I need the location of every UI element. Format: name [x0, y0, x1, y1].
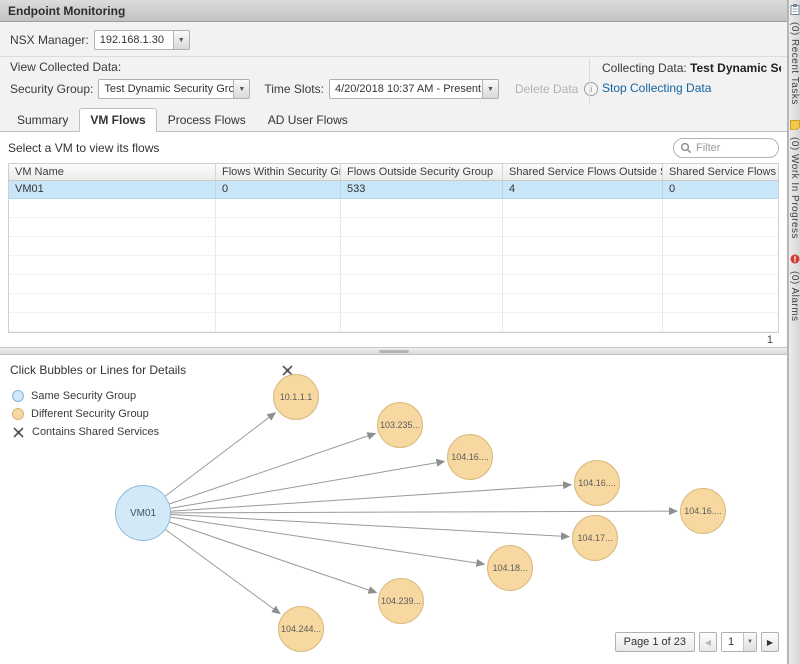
flow-node-source-vm01[interactable]: VM01	[115, 485, 171, 541]
flow-node-target[interactable]: 104.16....	[447, 434, 493, 480]
caret-glyph: ▼	[178, 37, 185, 44]
nsx-manager-row: NSX Manager: 192.168.1.30 ▼	[10, 28, 777, 52]
work-in-progress-icon	[790, 119, 800, 133]
filter-box[interactable]	[673, 138, 779, 158]
time-slots-label: Time Slots:	[264, 82, 324, 96]
next-arrow-icon: ▶	[767, 638, 773, 647]
endpoint-monitoring-panel: Endpoint Monitoring NSX Manager: 192.168…	[0, 0, 788, 664]
nsx-manager-value: 192.168.1.30	[95, 31, 173, 49]
collecting-data-label: Collecting Data:	[602, 61, 687, 75]
flow-node-target[interactable]: 103.235...	[377, 402, 423, 448]
tab-process-flows[interactable]: Process Flows	[157, 108, 257, 132]
column-header-shared-within[interactable]: Shared Service Flows Within Sec	[663, 164, 778, 180]
tab-summary[interactable]: Summary	[6, 108, 79, 132]
table-row-empty	[9, 275, 778, 294]
search-icon	[680, 142, 692, 154]
table-row-vm01[interactable]: VM01 0 533 4 0	[9, 181, 778, 199]
caret-glyph: ▼	[487, 86, 494, 93]
sidebar-tab-work-in-progress[interactable]: (0) Work In Progress	[789, 119, 800, 239]
cell-shared-outside: 4	[503, 181, 663, 199]
app-window: Endpoint Monitoring NSX Manager: 192.168…	[0, 0, 800, 664]
collecting-data-value: Test Dynamic Security	[690, 61, 781, 75]
table-page-indicator: 1	[0, 333, 787, 347]
table-row-empty	[9, 237, 778, 256]
chevron-down-icon[interactable]: ▼	[173, 31, 189, 49]
security-group-value: Test Dynamic Security Gro	[99, 80, 233, 98]
toolbar: NSX Manager: 192.168.1.30 ▼ View Collect…	[0, 22, 787, 106]
table-caption-row: Select a VM to view its flows	[0, 132, 787, 163]
security-group-label: Security Group:	[10, 82, 93, 96]
chevron-down-icon[interactable]: ▼	[482, 80, 498, 98]
collapsed-side-panel-strip: (0) Recent Tasks (0) Work In Progress (0…	[788, 0, 800, 664]
next-page-button[interactable]: ▶	[761, 632, 779, 652]
delete-data-button[interactable]: Delete Data	[515, 82, 578, 96]
tab-bar: Summary VM Flows Process Flows AD User F…	[0, 106, 787, 132]
sidebar-tab-alarms[interactable]: (0) Alarms	[789, 253, 800, 322]
vm-flows-table: VM Name Flows Within Security Group Flow…	[8, 163, 779, 333]
flow-node-target[interactable]: 104.239...	[378, 578, 424, 624]
table-row-empty	[9, 256, 778, 275]
column-header-flows-within[interactable]: Flows Within Security Group	[216, 164, 341, 180]
chevron-down-icon[interactable]: ▼	[233, 80, 249, 98]
caret-glyph: ▼	[747, 639, 753, 645]
current-page-value: 1	[722, 633, 743, 651]
flow-node-target[interactable]: 10.1.1.1	[273, 374, 319, 420]
prev-arrow-icon: ◀	[705, 638, 711, 647]
caret-glyph: ▼	[238, 86, 245, 93]
toolbar-divider	[0, 56, 787, 57]
window-title-bar: Endpoint Monitoring	[0, 0, 787, 22]
column-header-flows-outside[interactable]: Flows Outside Security Group	[341, 164, 503, 180]
table-row-empty	[9, 313, 778, 332]
stop-collecting-data-link[interactable]: Stop Collecting Data	[602, 81, 711, 95]
collecting-data-status: Collecting Data: Test Dynamic Security	[602, 61, 781, 75]
nsx-manager-dropdown[interactable]: 192.168.1.30 ▼	[94, 30, 190, 50]
chevron-down-icon[interactable]: ▼	[743, 633, 756, 651]
sidebar-tab-label: (0) Work In Progress	[789, 137, 800, 239]
flow-node-target[interactable]: 104.17...	[572, 515, 618, 561]
time-slots-value: 4/20/2018 10:37 AM - Present	[330, 80, 482, 98]
flow-node-target[interactable]: 104.18...	[487, 545, 533, 591]
cell-shared-within: 0	[663, 181, 778, 199]
sidebar-tab-label: (0) Recent Tasks	[789, 22, 800, 105]
tab-vm-flows[interactable]: VM Flows	[79, 108, 156, 132]
previous-page-button[interactable]: ◀	[699, 632, 717, 652]
collecting-data-block: Collecting Data: Test Dynamic Security S…	[589, 58, 781, 104]
cell-vm-name: VM01	[9, 181, 216, 199]
cell-flows-within: 0	[216, 181, 341, 199]
table-header-row: VM Name Flows Within Security Group Flow…	[9, 164, 778, 181]
page-number-select[interactable]: 1 ▼	[721, 632, 757, 652]
filter-input[interactable]	[696, 142, 770, 154]
table-row-empty	[9, 218, 778, 237]
flow-node-target[interactable]: 104.244...	[278, 606, 324, 652]
tab-ad-user-flows[interactable]: AD User Flows	[257, 108, 359, 132]
recent-tasks-icon	[790, 4, 800, 18]
time-slots-dropdown[interactable]: 4/20/2018 10:37 AM - Present ▼	[329, 79, 499, 99]
nsx-manager-label: NSX Manager:	[10, 33, 89, 47]
panel-splitter[interactable]	[0, 347, 787, 355]
cell-flows-outside: 533	[341, 181, 503, 199]
flow-graph-panel: Click Bubbles or Lines for Details Same …	[0, 355, 787, 664]
table-row-empty	[9, 294, 778, 313]
alarms-icon	[790, 253, 800, 267]
table-caption: Select a VM to view its flows	[8, 141, 159, 155]
page-title: Endpoint Monitoring	[8, 4, 125, 18]
table-row-empty	[9, 199, 778, 218]
column-header-shared-outside[interactable]: Shared Service Flows Outside Security	[503, 164, 663, 180]
sidebar-tab-label: (0) Alarms	[789, 271, 800, 322]
splitter-grip-icon	[379, 350, 409, 353]
flow-node-target[interactable]: 104.16....	[680, 488, 726, 534]
sidebar-tab-recent-tasks[interactable]: (0) Recent Tasks	[789, 4, 800, 105]
column-header-vm-name[interactable]: VM Name	[9, 164, 216, 180]
flow-node-target[interactable]: 104.16....	[574, 460, 620, 506]
security-group-dropdown[interactable]: Test Dynamic Security Gro ▼	[98, 79, 250, 99]
graph-pagination: Page 1 of 23 ◀ 1 ▼ ▶	[611, 632, 779, 652]
table-page-count: 1	[767, 334, 773, 346]
page-indicator-button[interactable]: Page 1 of 23	[615, 632, 695, 652]
